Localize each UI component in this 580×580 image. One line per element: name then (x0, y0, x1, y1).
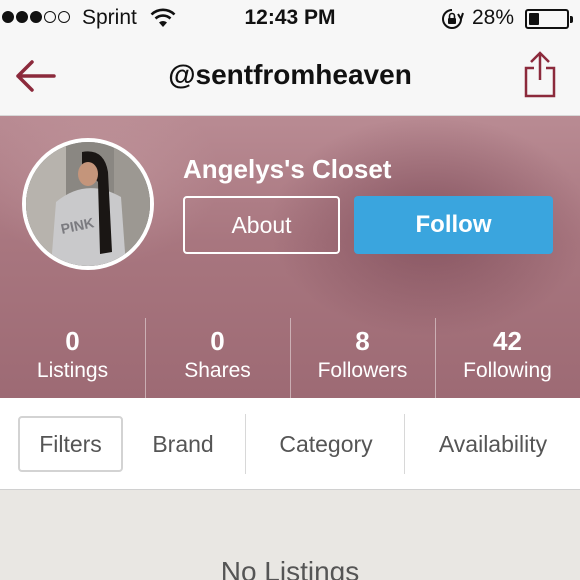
stat-label: Followers (317, 359, 408, 382)
empty-listings-message: No Listings (220, 556, 360, 580)
shop-name: Angelys's Closet (183, 154, 392, 184)
profile-header: PINK Angelys's Closet About Follow 0 Lis… (0, 116, 580, 398)
stat-label: Listings (36, 359, 109, 382)
brand-filter[interactable]: Brand (130, 398, 236, 490)
stat-value: 0 (210, 326, 225, 356)
stat-value: 8 (355, 326, 370, 356)
rotation-lock-icon (442, 9, 464, 29)
share-button[interactable] (520, 50, 560, 98)
battery-icon (525, 9, 573, 29)
category-filter[interactable]: Category (250, 398, 402, 490)
status-bar: Sprint 12:43 PM 28% (0, 0, 580, 38)
stat-shares[interactable]: 0 Shares (145, 316, 290, 398)
filters-button[interactable]: Filters (18, 416, 123, 472)
stat-label: Following (463, 359, 552, 382)
stat-followers[interactable]: 8 Followers (290, 316, 435, 398)
availability-filter[interactable]: Availability (410, 398, 576, 490)
stat-value: 42 (493, 326, 522, 356)
stat-label: Shares (184, 359, 251, 382)
avatar[interactable]: PINK (22, 138, 154, 270)
filter-divider (404, 414, 405, 474)
stat-listings[interactable]: 0 Listings (0, 316, 145, 398)
filter-divider (245, 414, 246, 474)
share-icon (524, 51, 556, 98)
battery-fill (529, 13, 540, 25)
battery-percentage: 28% (472, 6, 515, 29)
nav-bar: @sentfromheaven (0, 38, 580, 116)
follow-button[interactable]: Follow (354, 196, 553, 254)
page-title: @sentfromheaven (168, 59, 412, 90)
filter-bar: Filters Brand Category Availability (0, 398, 580, 490)
stat-value: 0 (65, 326, 80, 356)
stat-following[interactable]: 42 Following (435, 316, 580, 398)
profile-photo: PINK (26, 142, 150, 266)
about-button[interactable]: About (183, 196, 340, 254)
profile-stats: 0 Listings 0 Shares 8 Followers 42 Follo… (0, 316, 580, 398)
